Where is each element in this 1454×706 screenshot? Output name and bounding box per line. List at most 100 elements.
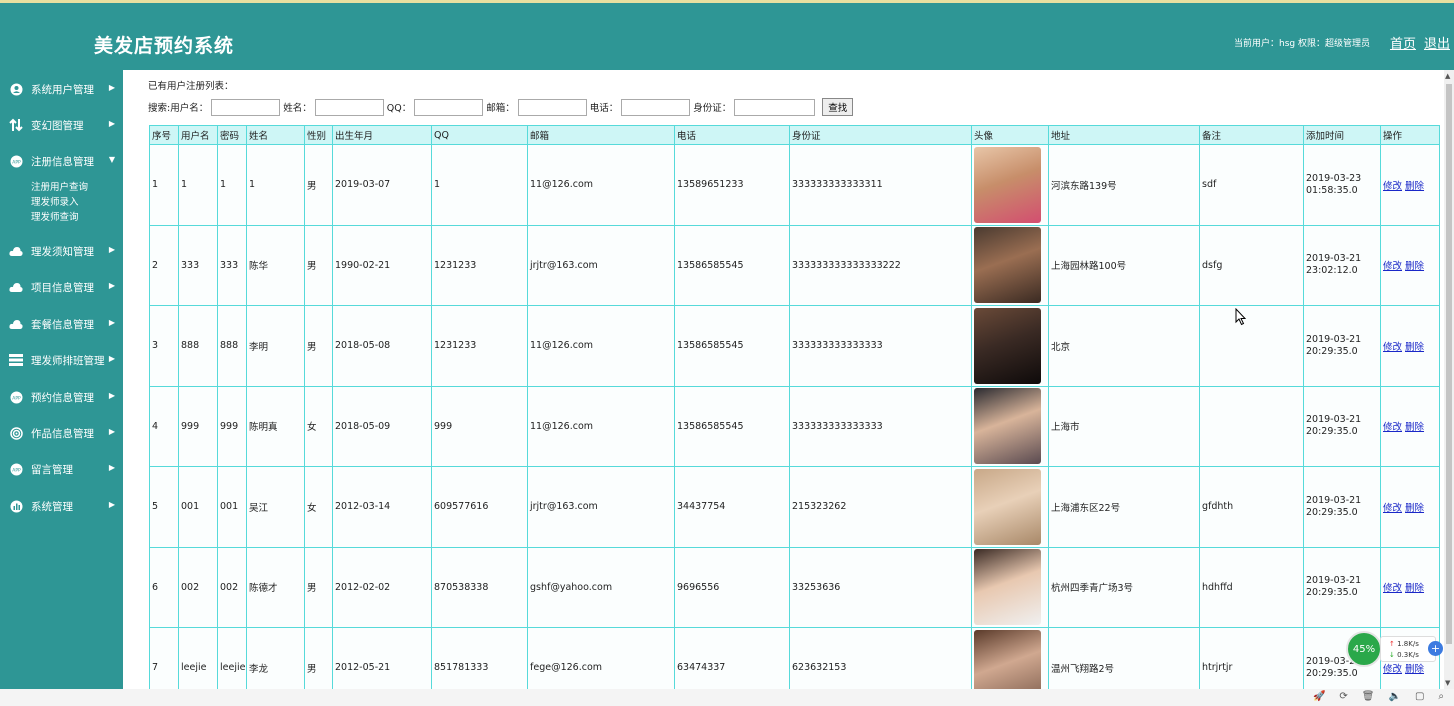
search-icon[interactable]: ⌕ <box>1438 691 1444 702</box>
username-search-input[interactable] <box>211 98 281 116</box>
logout-link[interactable]: 退出 <box>1424 33 1450 52</box>
sidebar-item-messages[interactable]: APP 留言管理 ▶ <box>0 458 123 480</box>
cell-password: leejie <box>217 627 247 689</box>
cell-qq: 851781333 <box>431 627 528 689</box>
svg-text:APP: APP <box>12 159 21 165</box>
cell-note: gfdhth <box>1199 466 1304 548</box>
rocket-icon[interactable]: 🚀 <box>1313 691 1325 702</box>
sidebar-item-packages[interactable]: 套餐信息管理 ▶ <box>0 313 123 335</box>
cell-gender: 女 <box>304 385 333 467</box>
sidebar-item-system-users[interactable]: 系统用户管理 ▶ <box>0 78 123 100</box>
sidebar-item-system[interactable]: 系统管理 ▶ <box>0 495 123 517</box>
cell-avatar <box>971 305 1049 387</box>
added-date: 2019-03-21 <box>1306 575 1362 587</box>
cell-no: 6 <box>149 546 179 628</box>
sidebar-item-slideshow[interactable]: 变幻图管理 ▶ <box>0 114 123 136</box>
scroll-down-icon[interactable]: ▼ <box>1445 679 1450 687</box>
cell-name: 李龙 <box>246 627 305 689</box>
cell-note <box>1199 385 1304 467</box>
edit-link[interactable]: 修改 <box>1383 261 1402 272</box>
submenu-barber-query[interactable]: 理发师查询 <box>31 210 88 225</box>
current-user-info: 当前用户：hsg 权限：超级管理员 <box>1234 39 1370 49</box>
avatar <box>974 468 1041 545</box>
cell-gender: 男 <box>304 144 333 226</box>
edit-link[interactable]: 修改 <box>1383 181 1402 192</box>
cell-password: 002 <box>217 546 247 628</box>
scroll-up-icon[interactable]: ▲ <box>1445 72 1450 80</box>
cell-avatar <box>971 224 1049 306</box>
cloud-icon <box>9 244 23 258</box>
cell-email: gshf@yahoo.com <box>527 546 675 628</box>
window-icon[interactable]: ▢ <box>1415 691 1424 702</box>
sidebar-item-registration[interactable]: APP 注册信息管理 ▼ <box>0 150 123 172</box>
phone-search-input[interactable] <box>621 98 691 116</box>
cell-password: 888 <box>217 305 247 387</box>
vertical-scrollbar[interactable]: ▲ ▼ <box>1444 70 1454 689</box>
edit-link[interactable]: 修改 <box>1383 342 1402 353</box>
added-date: 2019-03-21 <box>1306 333 1362 345</box>
col-header-username: 用户名 <box>178 125 218 145</box>
col-header-added-time: 添加时间 <box>1303 125 1381 145</box>
refresh-icon[interactable]: ⟳ <box>1339 691 1347 702</box>
qq-search-input[interactable] <box>414 98 484 116</box>
edit-link[interactable]: 修改 <box>1383 664 1402 675</box>
sidebar-item-label: 理发须知管理 <box>31 245 94 258</box>
avatar <box>974 629 1041 689</box>
table-row: 1 1 1 1 男 2019-03-07 1 11@126.com 13589651233 333… <box>149 144 1440 226</box>
home-link[interactable]: 首页 <box>1390 33 1416 52</box>
sidebar-item-works[interactable]: 作品信息管理 ▶ <box>0 422 123 444</box>
cell-no: 1 <box>149 144 179 226</box>
delete-link[interactable]: 删除 <box>1405 342 1424 353</box>
sidebar-item-projects[interactable]: 项目信息管理 ▶ <box>0 276 123 298</box>
chevron-right-icon: ▶ <box>108 119 115 128</box>
cell-address: 杭州四季青广场3号 <box>1048 546 1200 628</box>
chart-icon <box>9 499 23 513</box>
submenu-registered-users-query[interactable]: 注册用户查询 <box>31 180 88 195</box>
sidebar-item-barber-schedule[interactable]: 理发师排班管理 ▶ <box>0 349 123 371</box>
bottom-bar-icons: 🚀 ⟳ 🗑 🔈 ▢ ⌕ <box>1313 691 1444 702</box>
trash-icon[interactable]: 🗑 <box>1362 691 1375 702</box>
delete-link[interactable]: 删除 <box>1405 422 1424 433</box>
sidebar: 系统用户管理 ▶ 变幻图管理 ▶ APP 注册信息管理 ▼ 注册用户查询 理发师… <box>0 70 123 689</box>
sidebar-item-label: 项目信息管理 <box>31 281 94 294</box>
app-badge-icon: APP <box>9 462 23 476</box>
cell-address: 上海浦东区22号 <box>1048 466 1200 548</box>
cell-name: 1 <box>246 144 305 226</box>
scrollbar-thumb[interactable] <box>1446 84 1452 644</box>
delete-link[interactable]: 删除 <box>1405 261 1424 272</box>
sidebar-item-label: 系统管理 <box>31 500 73 513</box>
speaker-icon[interactable]: 🔈 <box>1388 691 1400 702</box>
cell-avatar <box>971 546 1049 628</box>
idcard-search-input[interactable] <box>734 98 816 116</box>
name-search-input[interactable] <box>314 98 384 116</box>
delete-link[interactable]: 删除 <box>1405 503 1424 514</box>
edit-link[interactable]: 修改 <box>1383 503 1402 514</box>
submenu-barber-entry[interactable]: 理发师录入 <box>31 195 88 210</box>
network-speed-widget[interactable]: 45% ↑ 1.8K/s ↓ 0.3K/s + <box>1346 631 1443 667</box>
delete-link[interactable]: 删除 <box>1405 583 1424 594</box>
edit-link[interactable]: 修改 <box>1383 422 1402 433</box>
email-search-input[interactable] <box>517 98 587 116</box>
table-header-row: 序号 用户名 密码 姓名 性别 出生年月 QQ 邮箱 电话 身份证 头像 地址 … <box>149 125 1440 145</box>
delete-link[interactable]: 删除 <box>1405 664 1424 675</box>
upload-arrow-icon: ↑ <box>1389 640 1395 648</box>
cell-actions: 修改 删除 <box>1380 385 1440 467</box>
app-header: 美发店预约系统 当前用户：hsg 权限：超级管理员 首页 退出 <box>0 3 1454 70</box>
cell-note: hdhffd <box>1199 546 1304 628</box>
cell-username: 1 <box>178 144 218 226</box>
col-header-note: 备注 <box>1199 125 1304 145</box>
mouse-cursor-icon <box>1235 308 1247 326</box>
cell-no: 4 <box>149 385 179 467</box>
cell-avatar <box>971 144 1049 226</box>
sidebar-item-haircut-notice[interactable]: 理发须知管理 ▶ <box>0 240 123 262</box>
plus-icon[interactable]: + <box>1428 641 1443 656</box>
search-button[interactable]: 查找 <box>822 98 854 116</box>
edit-link[interactable]: 修改 <box>1383 583 1402 594</box>
delete-link[interactable]: 删除 <box>1405 181 1424 192</box>
avatar <box>974 549 1041 626</box>
cell-qq: 1231233 <box>431 305 528 387</box>
cell-password: 001 <box>217 466 247 548</box>
cell-name: 陈明真 <box>246 385 305 467</box>
cell-username: 001 <box>178 466 218 548</box>
sidebar-item-appointments[interactable]: APP 预约信息管理 ▶ <box>0 386 123 408</box>
